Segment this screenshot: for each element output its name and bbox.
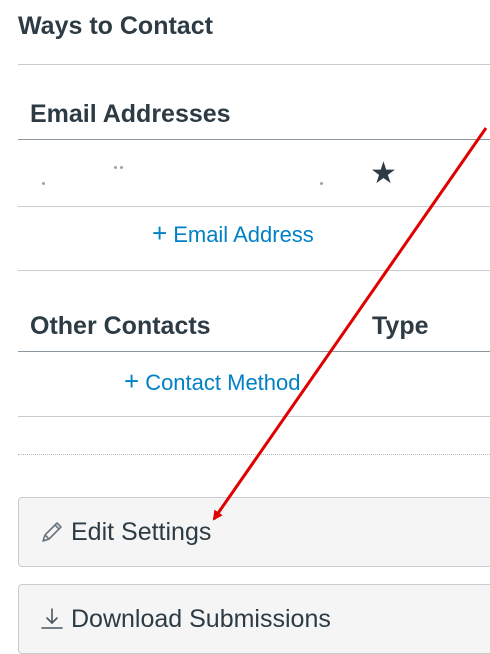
download-submissions-label: Download Submissions [71, 604, 331, 633]
divider [18, 206, 490, 207]
profile-sidebar: Ways to Contact Email Addresses ★ + Email… [0, 0, 490, 654]
add-contact-method-label: Contact Method [145, 370, 301, 395]
edit-settings-label: Edit Settings [71, 517, 212, 546]
add-email-address-link[interactable]: + Email Address [152, 218, 314, 249]
star-icon[interactable]: ★ [370, 159, 397, 189]
plus-icon: + [152, 218, 168, 248]
dotted-divider [18, 454, 490, 455]
edit-settings-button[interactable]: Edit Settings [18, 497, 490, 567]
divider [18, 139, 490, 140]
download-submissions-button[interactable]: Download Submissions [18, 584, 490, 654]
download-icon [39, 606, 65, 632]
redacted-email-mark [114, 166, 117, 169]
email-address-item[interactable]: ★ [30, 152, 470, 202]
ways-to-contact-title: Ways to Contact [18, 12, 213, 40]
divider [18, 351, 490, 352]
type-heading: Type [372, 312, 429, 340]
email-addresses-heading: Email Addresses [30, 100, 231, 128]
redacted-email-mark [42, 182, 45, 185]
pencil-icon [39, 519, 65, 545]
divider [18, 64, 490, 65]
redacted-email-mark [320, 182, 323, 185]
add-contact-method-link[interactable]: + Contact Method [124, 366, 301, 397]
divider [18, 270, 490, 271]
add-email-address-label: Email Address [173, 222, 314, 247]
redacted-email-mark [120, 166, 123, 169]
divider [18, 416, 490, 417]
other-contacts-heading: Other Contacts [30, 312, 211, 340]
plus-icon: + [124, 366, 140, 396]
